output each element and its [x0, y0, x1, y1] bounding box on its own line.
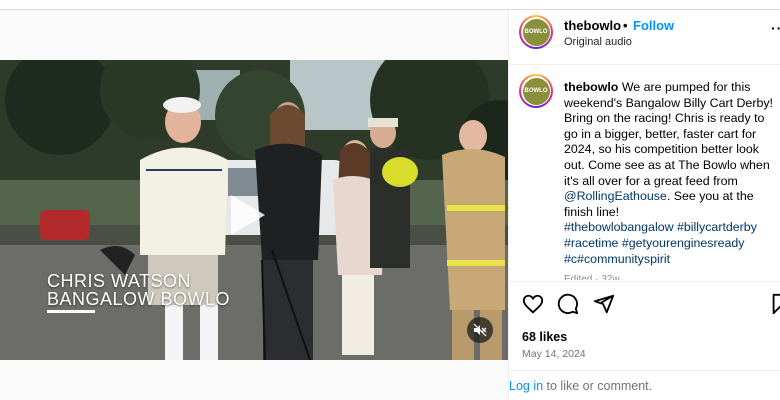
comment-icon[interactable] — [557, 293, 579, 315]
login-prompt: Log in to like or comment. — [509, 379, 652, 393]
mention-link[interactable]: @RollingEathouse — [564, 189, 667, 203]
muted-speaker-icon[interactable] — [467, 317, 493, 343]
login-text: to like or comment. — [543, 379, 653, 393]
avatar-logo: BOWLO — [522, 18, 550, 46]
username[interactable]: thebowlo — [564, 18, 621, 33]
caption-text: We are pumped for this weekend's Bangalo… — [564, 80, 773, 188]
hashtag-link[interactable]: #racetime — [564, 236, 618, 250]
more-options-icon[interactable]: ··· — [771, 20, 780, 36]
separator-dot: • — [623, 18, 628, 33]
hashtag-link[interactable]: #thebowlobangalow — [564, 220, 674, 234]
post-date[interactable]: May 14, 2024 — [522, 348, 586, 360]
hashtag-link[interactable]: #billycartderby — [677, 220, 757, 234]
audio-label[interactable]: Original audio — [564, 36, 632, 48]
avatar-logo: BOWLO — [522, 77, 550, 105]
hashtag-link[interactable]: #c#communityspirit — [564, 252, 670, 266]
top-bar — [0, 0, 780, 10]
bottom-divider — [509, 370, 780, 371]
overlay-venue: BANGALOW BOWLO — [47, 289, 231, 309]
media-area: CHRIS WATSON BANGALOW BOWLO — [0, 10, 508, 400]
post-header: BOWLO thebowlo • Follow Original audio ·… — [509, 10, 780, 65]
actions-divider — [509, 281, 780, 282]
caption-username[interactable]: thebowlo — [564, 80, 618, 94]
video-player[interactable]: CHRIS WATSON BANGALOW BOWLO — [0, 60, 508, 360]
post-caption: thebowlo We are pumped for this weekend'… — [564, 80, 780, 267]
avatar[interactable]: BOWLO — [519, 15, 553, 49]
like-count[interactable]: 68 likes — [522, 330, 567, 344]
edited-label: Edited · 32w — [564, 274, 620, 280]
share-icon[interactable] — [593, 293, 615, 315]
heart-icon[interactable] — [522, 293, 544, 315]
login-link[interactable]: Log in — [509, 379, 543, 393]
hashtag-link[interactable]: #getyourenginesready — [622, 236, 745, 250]
overlay-underline — [47, 310, 95, 313]
play-icon[interactable] — [213, 185, 273, 245]
post-panel: BOWLO thebowlo • Follow Original audio ·… — [509, 10, 780, 400]
follow-button[interactable]: Follow — [633, 18, 674, 33]
caption-avatar[interactable]: BOWLO — [519, 74, 553, 108]
bookmark-icon[interactable] — [769, 293, 780, 315]
